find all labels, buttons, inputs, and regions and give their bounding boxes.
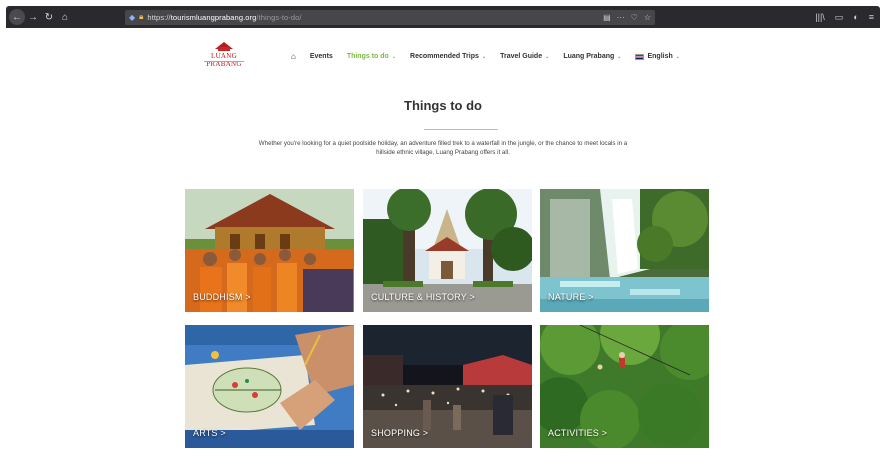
tile-label: BUDDHISM > — [193, 292, 251, 302]
address-bar[interactable]: ◆ 🔒︎ https://tourismluangprabang.org/thi… — [125, 9, 655, 25]
web-page: LUANG PRABANG ⌂ Events Things to do ⌄ Rec… — [6, 28, 880, 473]
chevron-down-icon: ⌄ — [545, 53, 550, 60]
tile-label: SHOPPING > — [371, 428, 429, 438]
home-icon[interactable]: ⌂ — [57, 9, 73, 25]
tile-label: NATURE > — [548, 292, 594, 302]
tile-activities[interactable]: ACTIVITIES > — [540, 325, 709, 448]
chevron-down-icon: ⌄ — [391, 53, 397, 60]
lock-icon: 🔒︎ — [139, 12, 144, 21]
tile-arts[interactable]: ARTS > — [185, 325, 354, 448]
nav-item-recommended-trips[interactable]: Recommended Trips ⌄ — [403, 53, 493, 60]
reader-view-icon[interactable]: ▤ — [603, 13, 611, 22]
chevron-down-icon: ⌄ — [481, 53, 487, 60]
pocket-icon[interactable]: ♡ — [631, 13, 638, 22]
bookmark-star-icon[interactable]: ☆ — [644, 13, 651, 22]
nav-home-icon[interactable]: ⌂ — [284, 52, 303, 61]
nav-item-things-to-do[interactable]: Things to do ⌄ — [340, 53, 403, 60]
chevron-down-icon: ⌄ — [675, 53, 680, 60]
tile-label: CULTURE & HISTORY > — [371, 292, 475, 302]
site-logo[interactable]: LUANG PRABANG — [196, 42, 252, 68]
shield-icon: ◆ — [129, 12, 136, 22]
nav-item-language[interactable]: English ⌄ — [628, 53, 686, 60]
library-icon[interactable]: |||\ — [815, 12, 825, 23]
url-text: https://tourismluangprabang.org/things-t… — [147, 12, 302, 22]
page-title: Things to do — [404, 98, 482, 113]
nav-item-travel-guide[interactable]: Travel Guide ⌄ — [493, 53, 556, 60]
nav-item-luang-prabang[interactable]: Luang Prabang ⌄ — [556, 53, 628, 60]
back-icon[interactable]: ← — [9, 9, 25, 25]
forward-icon[interactable]: → — [25, 9, 41, 25]
tile-nature[interactable]: NATURE > — [540, 189, 709, 312]
page-actions-icon[interactable]: ··· — [617, 13, 625, 22]
main-nav: ⌂ Events Things to do ⌄ Recommended Trips… — [284, 52, 687, 61]
title-divider — [424, 129, 498, 130]
site-header: LUANG PRABANG ⌂ Events Things to do ⌄ Rec… — [6, 38, 880, 78]
account-icon[interactable]: ◐ — [853, 12, 858, 23]
tile-label: ARTS > — [193, 428, 226, 438]
chevron-down-icon: ⌄ — [617, 53, 622, 60]
uk-flag-icon — [635, 53, 645, 60]
tile-shopping[interactable]: SHOPPING > — [363, 325, 532, 448]
tile-label: ACTIVITIES > — [548, 428, 608, 438]
reload-icon[interactable]: ↻ — [41, 9, 57, 25]
hamburger-menu-icon[interactable]: ≡ — [869, 12, 874, 23]
nav-item-events[interactable]: Events — [303, 53, 340, 60]
tile-culture-history[interactable]: CULTURE & HISTORY > — [363, 189, 532, 312]
browser-toolbar: ← → ↻ ⌂ ◆ 🔒︎ https://tourismluangprabang… — [6, 6, 880, 28]
sidebar-icon[interactable]: ▭ — [835, 12, 844, 23]
tile-buddhism[interactable]: BUDDHISM > — [185, 189, 354, 312]
logo-name: LUANG PRABANG — [206, 52, 242, 68]
intro-text: Whether you're looking for a quiet pools… — [258, 140, 628, 156]
